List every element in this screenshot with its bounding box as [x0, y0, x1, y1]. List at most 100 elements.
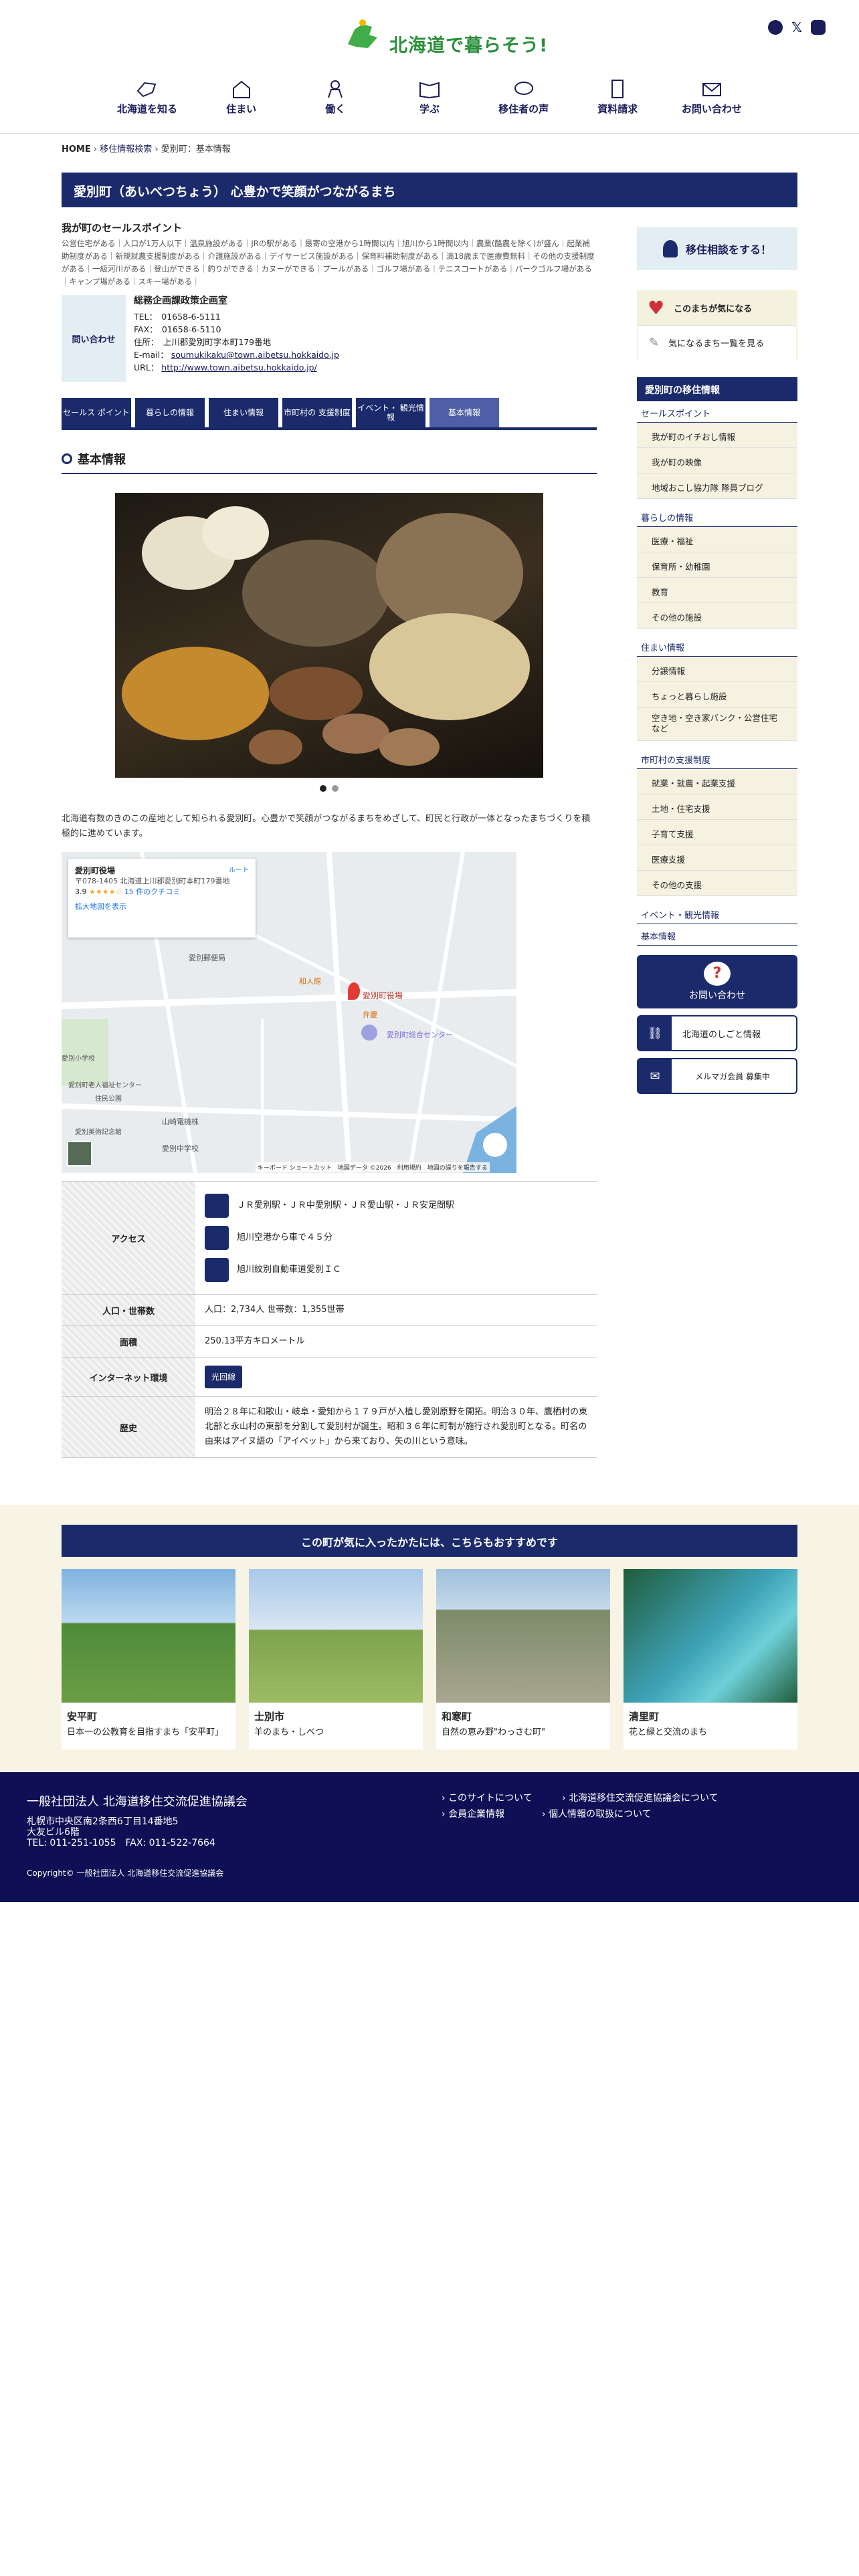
card-image	[436, 1569, 610, 1703]
tab-basic[interactable]: 基本情報	[430, 398, 499, 427]
footer-address: 札幌市中央区南2条西6丁目14番地5	[27, 1816, 179, 1827]
intro-text: 北海道有数のきのこの産地として知られる愛別町。心豊かで笑顔がつながるまちをめざし…	[62, 814, 591, 839]
sidebar-item[interactable]: 我が町のイチおし情報	[637, 423, 797, 448]
nav-housing[interactable]: 住まい	[195, 79, 288, 126]
sidebar-item[interactable]: 教育	[637, 578, 797, 603]
mail-icon	[702, 83, 721, 96]
sidebar-heading: 愛別町の移住情報	[637, 377, 797, 401]
sidebar-item[interactable]: その他の支援	[637, 871, 797, 896]
mailmag-link[interactable]: ✉ メルマガ会員 募集中	[637, 1058, 797, 1094]
sidebar-item[interactable]: ちょっと暮らし施設	[637, 682, 797, 708]
sidebar-item[interactable]: 我が町の映像	[637, 448, 797, 473]
card-image	[249, 1569, 423, 1703]
tab-living[interactable]: 暮らしの情報	[135, 398, 205, 427]
tab-events[interactable]: イベント・ 観光情報	[356, 398, 425, 427]
sidebar-cat-living[interactable]: 暮らしの情報	[637, 506, 797, 527]
sidebar-cat-housing[interactable]: 住まい情報	[637, 635, 797, 657]
sidebar-item[interactable]: 分譲情報	[637, 657, 797, 682]
contact-email-link[interactable]: soumukikaku@town.aibetsu.hokkaido.jp	[171, 350, 339, 360]
footer-link[interactable]: › 北海道移住交流促進協議会について	[562, 1791, 719, 1804]
consult-button[interactable]: 移住相談をする！	[637, 227, 797, 270]
map-expand-link[interactable]: 拡大地図を表示	[75, 901, 249, 912]
map-shortcuts[interactable]: キーボード ショートカット	[258, 1165, 332, 1172]
carousel-dots	[62, 784, 597, 794]
inquiry-button[interactable]: ? お問い合わせ	[637, 955, 797, 1008]
speech-icon	[514, 82, 533, 95]
sidebar-cat-events[interactable]: イベント・観光情報	[637, 903, 797, 924]
sidebar: 移住相談をする！ ♥ このまちが気になる ✎ 気になるまち一覧を見る 愛別町の移住情…	[637, 227, 797, 1094]
nav-learn[interactable]: 学ぶ	[383, 79, 476, 126]
map-place-card: 愛別町役場 〒078-1405 北海道上川郡愛別町本町179番地 3.9 ★★★…	[68, 859, 256, 938]
sidebar-item[interactable]: 地域おこし協力隊 隊員ブログ	[637, 473, 797, 499]
facebook-icon[interactable]	[768, 20, 783, 35]
tab-support[interactable]: 市町村の 支援制度	[282, 398, 352, 427]
map-rating: 3.9	[75, 887, 87, 896]
sidebar-item[interactable]: 医療・福祉	[637, 527, 797, 552]
tab-sales[interactable]: セールス ポイント	[62, 398, 131, 427]
line-icon[interactable]	[811, 20, 826, 35]
sidebar-item[interactable]: 就業・就農・起業支援	[637, 769, 797, 794]
favorite-button[interactable]: ♥ このまちが気になる	[637, 290, 797, 325]
footer-link-label: 個人情報の取扱について	[549, 1809, 652, 1820]
car-icon	[205, 1258, 229, 1282]
site-logo[interactable]: 北海道で暮らそう!	[343, 17, 547, 64]
breadcrumb-home[interactable]: HOME	[62, 144, 91, 154]
internet-label: インターネット環境	[62, 1358, 195, 1396]
area-value: 250.13平方キロメートル	[205, 1336, 305, 1346]
card-name: 士別市	[254, 1711, 285, 1723]
sidebar-item[interactable]: 医療支援	[637, 845, 797, 871]
sidebar-item[interactable]: 保育所・幼稚園	[637, 552, 797, 578]
map-pin-icon[interactable]	[348, 982, 360, 1000]
map-satellite-toggle[interactable]	[67, 1141, 92, 1166]
nav-hokkaido[interactable]: 北海道を知る	[100, 79, 194, 126]
footer-link[interactable]: › 会員企業情報	[442, 1807, 504, 1820]
contact-url-link[interactable]: http://www.town.aibetsu.hokkaido.jp/	[161, 362, 316, 372]
sidebar-item[interactable]: その他の施設	[637, 603, 797, 629]
card-name: 安平町	[67, 1711, 98, 1723]
recommend-card[interactable]: 安平町 日本一の公教育を目指すまち「安平町」	[62, 1569, 235, 1749]
sidebar-item[interactable]: 空き地・空き家バンク・公営住宅など	[637, 708, 797, 741]
sidebar-cat-basic[interactable]: 基本情報	[637, 924, 797, 946]
recommend-card[interactable]: 清里町 花と緑と交流のまち	[624, 1569, 797, 1749]
map-reviews-link[interactable]: 15 件のクチコミ	[124, 887, 181, 896]
recommend-card[interactable]: 和寒町 自然の恵み野"わっさむ町"	[436, 1569, 610, 1749]
hokkaido-icon	[136, 82, 157, 98]
map-report[interactable]: 地図の誤りを報告する	[427, 1165, 488, 1172]
nav-contact[interactable]: お問い合わせ	[665, 79, 759, 126]
mushroom-illustration	[122, 506, 530, 766]
map-terms[interactable]: 利用規約	[397, 1165, 421, 1172]
mushroom-photo[interactable]	[115, 493, 543, 778]
sidebar-item[interactable]: 子育て支援	[637, 820, 797, 845]
footer-link[interactable]: › 個人情報の取扱について	[542, 1807, 652, 1820]
nav-request[interactable]: 資料請求	[571, 79, 664, 126]
map-fullscreen-button[interactable]	[483, 1133, 507, 1157]
x-icon[interactable]: 𝕏	[789, 20, 804, 35]
sidebar-cat-support[interactable]: 市町村の支援制度	[637, 748, 797, 769]
google-map[interactable]: 愛別町役場 〒078-1405 北海道上川郡愛別町本町179番地 3.9 ★★★…	[62, 852, 516, 1173]
favorite-list-link[interactable]: ✎ 気になるまち一覧を見る	[638, 325, 796, 360]
carousel-dot[interactable]	[320, 785, 326, 792]
table-row: 歴史 明治２８年に和歌山・岐阜・愛知から１７９戸が入植し愛別原野を開拓。明治３０年…	[62, 1397, 597, 1458]
table-row: アクセス ＪＲ愛別駅・ＪＲ中愛別駅・ＪＲ愛山駅・ＪＲ安足間駅 旭川空港から車で４…	[62, 1182, 597, 1295]
access-highway: 旭川紋別自動車道愛別ＩＣ	[237, 1265, 342, 1275]
logo-text: 北海道で暮らそう!	[389, 35, 549, 56]
question-icon: ?	[704, 962, 731, 986]
sidebar-item[interactable]: 土地・住宅支援	[637, 794, 797, 820]
carousel-dot[interactable]	[332, 785, 339, 792]
footer-link[interactable]: › このサイトについて	[442, 1791, 533, 1804]
card-name: 和寒町	[442, 1711, 472, 1723]
nav-work[interactable]: 働く	[288, 79, 382, 126]
nav-voices[interactable]: 移住者の声	[477, 79, 571, 126]
job-info-link[interactable]: ⛓ 北海道のしごと情報	[637, 1015, 797, 1051]
breadcrumb-search[interactable]: 移住情報検索	[100, 144, 152, 154]
map-label: 住民公園	[95, 1095, 122, 1103]
footer-link-label: 北海道移住交流促進協議会について	[569, 1793, 719, 1804]
map-place-name: 愛別町役場	[75, 866, 116, 875]
tab-housing[interactable]: 住まい情報	[209, 398, 278, 427]
map-copyright: 地図データ ©2026	[337, 1165, 391, 1172]
map-route-button[interactable]: ルート	[229, 865, 249, 876]
document-icon	[611, 80, 624, 98]
recommend-card[interactable]: 士別市 羊のまち・しべつ	[249, 1569, 423, 1749]
sidebar-cat-sales[interactable]: セールスポイント	[637, 401, 797, 423]
access-train: ＪＲ愛別駅・ＪＲ中愛別駅・ＪＲ愛山駅・ＪＲ安足間駅	[237, 1200, 455, 1210]
